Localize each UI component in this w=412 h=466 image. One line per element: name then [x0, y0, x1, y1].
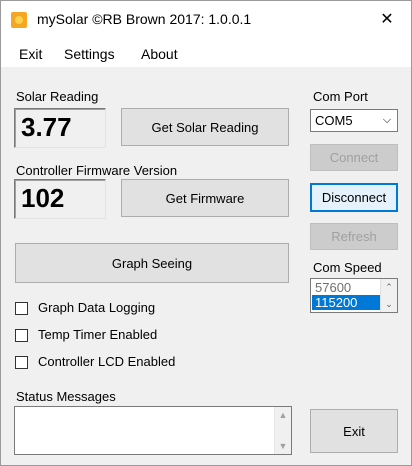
- scroll-up-icon[interactable]: ⌃: [381, 280, 397, 294]
- connect-button[interactable]: Connect: [310, 144, 398, 171]
- controller-lcd-label: Controller LCD Enabled: [38, 354, 176, 369]
- exit-button[interactable]: Exit: [310, 409, 398, 453]
- firmware-label: Controller Firmware Version: [16, 163, 178, 178]
- com-speed-label: Com Speed: [313, 260, 382, 275]
- menu-about[interactable]: About: [141, 46, 178, 62]
- solar-reading-value: 3.77: [14, 108, 106, 148]
- temp-timer-checkbox[interactable]: [15, 329, 28, 342]
- graph-data-logging-checkbox[interactable]: [15, 302, 28, 315]
- graph-seeing-button[interactable]: Graph Seeing: [15, 243, 289, 283]
- chevron-down-icon[interactable]: ⌵: [381, 112, 393, 128]
- controller-lcd-checkbox[interactable]: [15, 356, 28, 369]
- menu-settings[interactable]: Settings: [64, 46, 115, 62]
- com-port-label: Com Port: [313, 89, 368, 104]
- solar-reading-label: Solar Reading: [16, 89, 99, 104]
- temp-timer-label: Temp Timer Enabled: [38, 327, 158, 342]
- status-messages-label: Status Messages: [16, 389, 116, 404]
- com-speed-listbox[interactable]: 57600 115200 ⌃ ⌄: [310, 278, 398, 313]
- scroll-down-icon[interactable]: ⌄: [381, 297, 397, 311]
- scroll-down-icon[interactable]: ▼: [275, 439, 291, 453]
- com-speed-option[interactable]: 57600: [312, 280, 382, 295]
- get-firmware-button[interactable]: Get Firmware: [121, 179, 289, 217]
- firmware-value: 102: [14, 179, 106, 219]
- title-bar: mySolar ©RB Brown 2017: 1.0.0.1 ✕: [1, 1, 411, 39]
- com-port-value: COM5: [315, 113, 353, 128]
- get-solar-reading-button[interactable]: Get Solar Reading: [121, 108, 289, 146]
- com-speed-option-selected[interactable]: 115200: [312, 295, 382, 310]
- refresh-button[interactable]: Refresh: [310, 223, 398, 250]
- close-icon[interactable]: ✕: [373, 7, 401, 33]
- status-messages-textbox[interactable]: ▲ ▼: [14, 406, 292, 455]
- disconnect-button[interactable]: Disconnect: [310, 183, 398, 212]
- com-speed-scrollbar[interactable]: ⌃ ⌄: [380, 279, 397, 312]
- status-scrollbar[interactable]: ▲ ▼: [274, 407, 291, 454]
- com-port-select[interactable]: COM5 ⌵: [310, 109, 398, 132]
- menu-exit[interactable]: Exit: [19, 46, 42, 62]
- window-title: mySolar ©RB Brown 2017: 1.0.0.1: [37, 11, 252, 27]
- menu-bar: Exit Settings About: [1, 39, 411, 68]
- sun-app-icon: [11, 12, 27, 28]
- scroll-up-icon[interactable]: ▲: [275, 408, 291, 422]
- graph-data-logging-label: Graph Data Logging: [38, 300, 156, 315]
- main-window: mySolar ©RB Brown 2017: 1.0.0.1 ✕ Exit S…: [0, 0, 412, 466]
